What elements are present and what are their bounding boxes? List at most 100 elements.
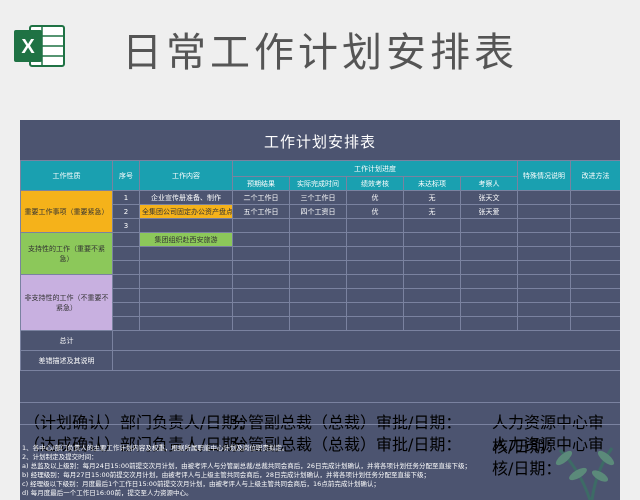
cell[interactable] xyxy=(346,288,404,303)
cell[interactable] xyxy=(232,246,290,261)
deviation-value[interactable] xyxy=(111,350,620,371)
cell-actual[interactable] xyxy=(289,218,347,233)
cell[interactable] xyxy=(289,274,347,289)
cell-seq[interactable]: 1 xyxy=(112,190,140,205)
cell[interactable] xyxy=(570,316,620,331)
cell[interactable] xyxy=(570,274,620,289)
cell[interactable] xyxy=(346,246,404,261)
cell[interactable] xyxy=(289,260,347,275)
cell[interactable] xyxy=(232,260,290,275)
cell[interactable] xyxy=(459,246,519,261)
cell[interactable] xyxy=(139,246,233,261)
header-progress: 工作计划进度 xyxy=(231,160,519,177)
cell-perf[interactable] xyxy=(346,218,404,233)
cell-inspector[interactable]: 张天文 xyxy=(459,190,519,205)
category-support-nonurgent: 支持性的工作（重要不紧急） xyxy=(20,232,113,275)
cell[interactable] xyxy=(232,316,290,331)
cell[interactable] xyxy=(403,274,461,289)
cell[interactable] xyxy=(403,302,461,317)
table-row: 非支持性的工作（不重要不紧急） xyxy=(20,274,620,331)
cell[interactable] xyxy=(570,288,620,303)
cell[interactable] xyxy=(517,274,572,289)
cell[interactable] xyxy=(289,316,347,331)
cell[interactable] xyxy=(459,302,519,317)
cell[interactable] xyxy=(289,288,347,303)
cell-unmet[interactable] xyxy=(403,218,461,233)
cell[interactable] xyxy=(570,260,620,275)
cell-content[interactable]: 集团组织赴西安旅游 xyxy=(139,232,233,247)
total-label: 总计 xyxy=(20,330,113,351)
cell[interactable] xyxy=(403,316,461,331)
cell[interactable] xyxy=(346,232,404,247)
cell[interactable] xyxy=(232,302,290,317)
cell-perf[interactable]: 优 xyxy=(346,190,404,205)
cell[interactable] xyxy=(232,288,290,303)
cell[interactable] xyxy=(346,260,404,275)
cell-content[interactable] xyxy=(139,218,233,233)
cell[interactable] xyxy=(346,316,404,331)
cell[interactable] xyxy=(112,246,140,261)
cell[interactable] xyxy=(112,316,140,331)
cell[interactable] xyxy=(570,246,620,261)
cell[interactable] xyxy=(517,316,572,331)
cell-improve[interactable] xyxy=(570,190,620,205)
cell-seq[interactable] xyxy=(112,232,140,247)
cell-seq[interactable]: 2 xyxy=(112,204,140,219)
cell[interactable] xyxy=(570,232,620,247)
cell[interactable] xyxy=(112,302,140,317)
cell-expected[interactable]: 二个工作日 xyxy=(232,190,290,205)
cell-special[interactable] xyxy=(517,204,572,219)
cell-content[interactable]: 企业宣传册准备、制作 xyxy=(139,190,233,205)
cell-actual[interactable]: 四个工资日 xyxy=(289,204,347,219)
cell[interactable] xyxy=(346,274,404,289)
cell-improve[interactable] xyxy=(570,204,620,219)
cell-inspector[interactable]: 张天爱 xyxy=(459,204,519,219)
cell[interactable] xyxy=(517,232,572,247)
cell[interactable] xyxy=(232,274,290,289)
sign-row-plan: （计划确认）部门负责人/日期： 分管副总裁（总裁）审批/日期： 人力资源中心审核… xyxy=(20,402,620,456)
cell[interactable] xyxy=(112,274,140,289)
cell-unmet[interactable]: 无 xyxy=(403,190,461,205)
cell[interactable] xyxy=(459,232,519,247)
header-special: 特殊情况说明 xyxy=(517,160,572,191)
cell[interactable] xyxy=(139,316,233,331)
cell[interactable] xyxy=(139,274,233,289)
cell[interactable] xyxy=(289,302,347,317)
cell[interactable] xyxy=(112,260,140,275)
cell[interactable] xyxy=(459,274,519,289)
cell[interactable] xyxy=(112,288,140,303)
header-improve: 改进方法 xyxy=(570,160,620,191)
cell[interactable] xyxy=(139,302,233,317)
cell[interactable] xyxy=(517,302,572,317)
cell[interactable] xyxy=(517,246,572,261)
cell[interactable] xyxy=(403,232,461,247)
total-value[interactable] xyxy=(111,330,620,351)
cell[interactable] xyxy=(459,316,519,331)
note-line: 1、各中心/部门负责人的主要工作计划内容及权重，根据所属职能中心计划及岗位职责拟… xyxy=(22,444,289,452)
cell-seq[interactable]: 3 xyxy=(112,218,140,233)
cell[interactable] xyxy=(139,260,233,275)
cell-inspector[interactable] xyxy=(459,218,519,233)
cell[interactable] xyxy=(403,288,461,303)
cell-improve[interactable] xyxy=(570,218,620,233)
cell[interactable] xyxy=(459,288,519,303)
cell[interactable] xyxy=(346,302,404,317)
cell-expected[interactable]: 五个工作日 xyxy=(232,204,290,219)
cell[interactable] xyxy=(403,260,461,275)
cell[interactable] xyxy=(517,288,572,303)
cell-content[interactable]: 全集团公司固定办公资产盘点 xyxy=(139,204,233,219)
cell-unmet[interactable]: 无 xyxy=(403,204,461,219)
cell[interactable] xyxy=(517,260,572,275)
cell[interactable] xyxy=(232,232,290,247)
cell[interactable] xyxy=(459,260,519,275)
cell[interactable] xyxy=(289,232,347,247)
cell[interactable] xyxy=(139,288,233,303)
cell-expected[interactable] xyxy=(232,218,290,233)
cell-special[interactable] xyxy=(517,190,572,205)
cell[interactable] xyxy=(403,246,461,261)
cell-special[interactable] xyxy=(517,218,572,233)
cell-perf[interactable]: 优 xyxy=(346,204,404,219)
cell[interactable] xyxy=(289,246,347,261)
cell[interactable] xyxy=(570,302,620,317)
cell-actual[interactable]: 三个工作日 xyxy=(289,190,347,205)
